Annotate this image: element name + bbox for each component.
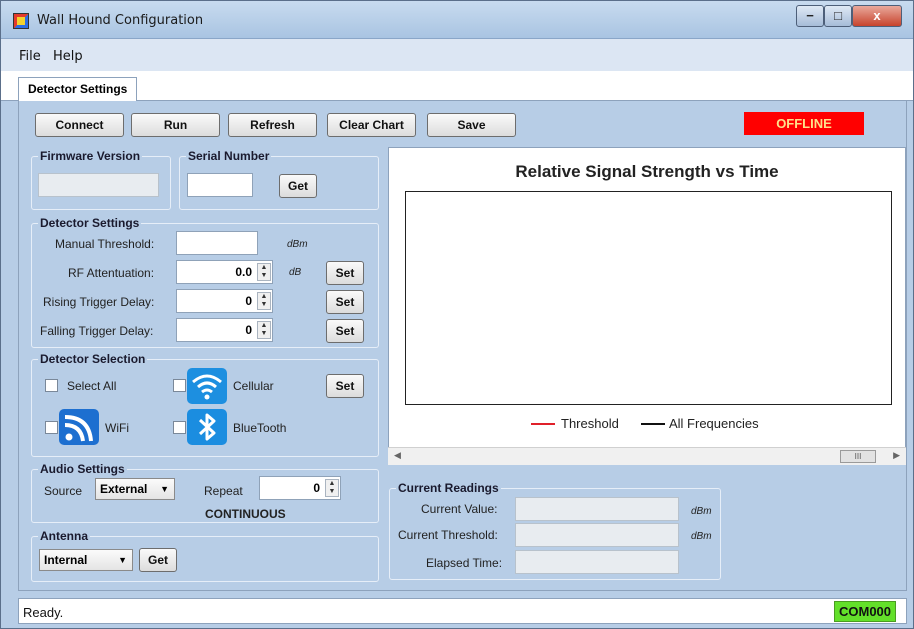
audio-repeat-value: 0 [313,481,320,495]
window-title: Wall Hound Configuration [37,13,204,28]
title-bar[interactable]: Wall Hound Configuration − □ x [1,1,913,39]
elapsed-time-label: Elapsed Time: [426,556,503,570]
audio-repeat-field[interactable]: 0 ▲ ▼ [259,476,341,500]
connection-status-badge: OFFLINE [744,112,864,135]
bluetooth-icon [187,409,227,445]
status-bar: Ready. COM000 [18,598,907,624]
antenna-get-button[interactable]: Get [139,548,177,572]
bluetooth-label: BlueTooth [233,421,287,435]
tab-strip: Detector Settings [1,71,913,102]
wifi-icon [59,409,99,445]
serial-title: Serial Number [186,149,272,163]
rf-attenuation-set-button[interactable]: Set [326,261,364,285]
select-all-label: Select All [67,379,117,393]
run-button[interactable]: Run [131,113,220,137]
audio-repeat-spinner[interactable]: ▲ ▼ [325,479,339,497]
elapsed-time-field[interactable] [515,550,679,574]
menu-file[interactable]: File [19,49,41,64]
select-all-checkbox[interactable] [45,379,58,392]
scroll-thumb[interactable]: III [840,450,876,463]
rising-delay-set-button[interactable]: Set [326,290,364,314]
chevron-down-icon: ▼ [118,555,127,565]
maximize-button[interactable]: □ [824,5,852,27]
rf-attenuation-label: RF Attentuation: [68,266,155,280]
clear-chart-button[interactable]: Clear Chart [327,113,416,137]
falling-delay-set-button[interactable]: Set [326,319,364,343]
current-threshold-field[interactable] [515,523,679,547]
detector-selection-title: Detector Selection [38,352,148,366]
legend-threshold: Threshold [561,416,619,431]
wifi-label: WiFi [105,421,129,435]
manual-threshold-field[interactable] [176,231,258,255]
audio-mode-label: CONTINUOUS [205,507,286,521]
current-value-field[interactable] [515,497,679,521]
rf-attenuation-value: 0.0 [235,265,252,279]
legend-all-frequencies: All Frequencies [669,416,759,431]
antenna-title: Antenna [38,529,90,543]
rising-delay-field[interactable]: 0 ▲ ▼ [176,289,273,313]
minimize-button[interactable]: − [796,5,824,27]
rf-attenuation-field[interactable]: 0.0 ▲ ▼ [176,260,273,284]
signal-chart: Relative Signal Strength vs Time Thresho… [388,147,906,465]
close-button[interactable]: x [852,5,902,27]
falling-delay-spinner[interactable]: ▲ ▼ [257,321,271,339]
chart-title: Relative Signal Strength vs Time [515,162,779,181]
cellular-signal-icon [187,368,227,404]
rising-delay-spinner[interactable]: ▲ ▼ [257,292,271,310]
current-threshold-unit: dBm [691,531,712,542]
falling-delay-field[interactable]: 0 ▲ ▼ [176,318,273,342]
current-value-unit: dBm [691,506,712,517]
chart-horizontal-scrollbar[interactable]: ◀ III ▶ [388,447,906,465]
antenna-dropdown[interactable]: Internal ▼ [39,549,133,571]
menu-bar: File Help [1,39,913,71]
firmware-title: Firmware Version [38,149,143,163]
legend-all-swatch [641,423,665,425]
audio-repeat-label: Repeat [204,484,243,498]
app-window: Wall Hound Configuration − □ x File Help… [0,0,914,629]
falling-delay-value: 0 [245,323,252,337]
falling-delay-label: Falling Trigger Delay: [40,324,154,338]
rising-delay-value: 0 [245,294,252,308]
audio-settings-title: Audio Settings [38,462,127,476]
connect-button[interactable]: Connect [35,113,124,137]
cellular-checkbox[interactable] [173,379,186,392]
audio-source-label: Source [44,484,83,498]
menu-help[interactable]: Help [53,49,83,64]
legend-threshold-swatch [531,423,555,425]
save-button[interactable]: Save [427,113,516,137]
wifi-checkbox[interactable] [45,421,58,434]
antenna-value: Internal [44,553,88,567]
current-value-label: Current Value: [421,502,498,516]
tab-detector-settings[interactable]: Detector Settings [18,77,138,102]
current-threshold-label: Current Threshold: [398,528,498,542]
refresh-button[interactable]: Refresh [228,113,317,137]
current-readings-title: Current Readings [396,481,501,495]
bluetooth-checkbox[interactable] [173,421,186,434]
serial-get-button[interactable]: Get [279,174,317,198]
detector-selection-set-button[interactable]: Set [326,374,364,398]
audio-source-dropdown[interactable]: External ▼ [95,478,175,500]
firmware-version-field[interactable] [38,173,159,197]
rf-attenuation-unit: dB [289,267,302,278]
chart-plot-area [405,191,892,405]
rising-delay-label: Rising Trigger Delay: [43,295,155,309]
manual-threshold-unit: dBm [287,239,308,250]
com-port-indicator: COM000 [834,601,896,622]
detector-settings-title: Detector Settings [38,216,142,230]
rf-attenuation-spinner[interactable]: ▲ ▼ [257,263,271,281]
app-logo-icon [13,13,29,29]
scroll-left-icon[interactable]: ◀ [394,450,401,461]
chevron-down-icon: ▼ [160,484,169,494]
audio-source-value: External [100,482,148,496]
scroll-right-icon[interactable]: ▶ [893,450,900,461]
serial-number-field[interactable] [187,173,253,197]
status-text: Ready. [23,605,64,620]
cellular-label: Cellular [233,379,274,393]
manual-threshold-label: Manual Threshold: [55,237,155,251]
